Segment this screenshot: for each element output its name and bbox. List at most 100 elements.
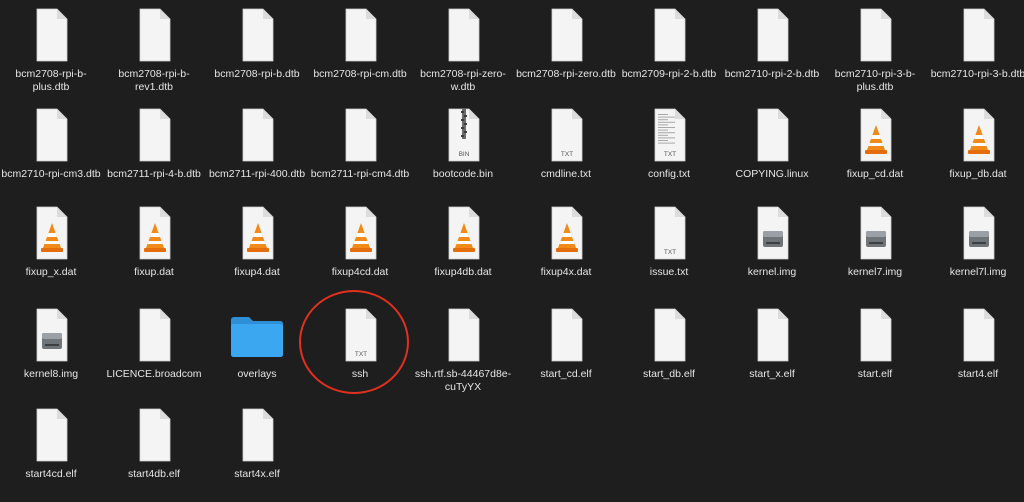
- vlc-cone-icon: [124, 204, 184, 262]
- file-item[interactable]: TXT ssh: [309, 302, 411, 402]
- file-item[interactable]: TXT issue.txt: [618, 200, 720, 300]
- file-item[interactable]: bcm2710-rpi-2-b.dtb: [721, 2, 823, 102]
- file-item[interactable]: TXT config.txt: [618, 102, 720, 202]
- vlc-cone-icon: [330, 204, 390, 262]
- file-item[interactable]: bcm2708-rpi-b.dtb: [206, 2, 308, 102]
- file-item[interactable]: kernel7l.img: [927, 200, 1024, 300]
- vlc-cone-icon: [536, 204, 596, 262]
- file-item[interactable]: start_x.elf: [721, 302, 823, 402]
- file-item[interactable]: bcm2708-rpi-zero.dtb: [515, 2, 617, 102]
- file-item[interactable]: bcm2708-rpi-zero-w.dtb: [412, 2, 514, 102]
- text-file-icon: TXT: [330, 306, 390, 364]
- file-item[interactable]: bcm2710-rpi-3-b-plus.dtb: [824, 2, 926, 102]
- document-icon: [639, 306, 699, 364]
- file-name-label: bcm2709-rpi-2-b.dtb: [621, 68, 717, 80]
- file-name-label: start_x.elf: [749, 368, 795, 380]
- file-item[interactable]: kernel8.img: [0, 302, 102, 402]
- file-name-label: bcm2711-rpi-4-b.dtb: [107, 168, 201, 180]
- file-item[interactable]: bcm2708-rpi-b-rev1.dtb: [103, 2, 205, 102]
- disk-image-icon: [21, 306, 81, 364]
- file-name-label: bcm2711-rpi-400.dtb: [208, 168, 306, 180]
- document-icon: [21, 6, 81, 64]
- document-icon: [227, 106, 287, 164]
- file-item[interactable]: kernel7.img: [824, 200, 926, 300]
- document-icon: [124, 406, 184, 464]
- file-item[interactable]: bcm2711-rpi-cm4.dtb: [309, 102, 411, 202]
- file-item[interactable]: LICENCE.broadcom: [103, 302, 205, 402]
- file-name-label: kernel8.img: [23, 368, 79, 380]
- file-item[interactable]: start4cd.elf: [0, 402, 102, 502]
- file-item[interactable]: overlays: [206, 302, 308, 402]
- file-name-label: fixup4db.dat: [434, 266, 492, 278]
- file-item[interactable]: fixup4db.dat: [412, 200, 514, 300]
- document-icon: [124, 106, 184, 164]
- file-name-label: start4x.elf: [234, 468, 280, 480]
- file-name-label: config.txt: [647, 168, 691, 180]
- file-name-label: ssh.rtf.sb-44467d8e-cuTyYX: [414, 368, 512, 393]
- file-item[interactable]: bcm2708-rpi-cm.dtb: [309, 2, 411, 102]
- file-name-label: fixup4cd.dat: [331, 266, 389, 278]
- text-file-icon: TXT: [536, 106, 596, 164]
- file-item[interactable]: fixup4cd.dat: [309, 200, 411, 300]
- document-icon: [536, 306, 596, 364]
- file-name-label: start.elf: [857, 368, 893, 380]
- disk-image-icon: [845, 204, 905, 262]
- file-name-label: fixup_db.dat: [949, 168, 1007, 180]
- file-item[interactable]: fixup.dat: [103, 200, 205, 300]
- file-item[interactable]: bcm2710-rpi-3-b.dtb: [927, 2, 1024, 102]
- file-name-label: bootcode.bin: [432, 168, 494, 180]
- file-grid: bcm2708-rpi-b-plus.dtb bcm2708-rpi-b-rev1…: [0, 0, 1024, 488]
- file-item[interactable]: BIN bootcode.bin: [412, 102, 514, 202]
- file-name-label: bcm2710-rpi-3-b-plus.dtb: [834, 68, 916, 93]
- document-icon: [330, 6, 390, 64]
- file-name-label: bcm2708-rpi-cm.dtb: [313, 68, 407, 80]
- file-item[interactable]: fixup4x.dat: [515, 200, 617, 300]
- file-name-label: fixup4x.dat: [540, 266, 592, 278]
- document-icon: [536, 6, 596, 64]
- document-icon: [124, 6, 184, 64]
- document-icon: [21, 106, 81, 164]
- file-item[interactable]: bcm2711-rpi-400.dtb: [206, 102, 308, 202]
- document-icon: [742, 6, 802, 64]
- document-icon: [742, 106, 802, 164]
- file-item[interactable]: start_cd.elf: [515, 302, 617, 402]
- file-name-label: kernel.img: [747, 266, 797, 278]
- file-name-label: start4db.elf: [128, 468, 180, 480]
- file-item[interactable]: start4x.elf: [206, 402, 308, 502]
- file-item[interactable]: kernel.img: [721, 200, 823, 300]
- document-icon: [433, 306, 493, 364]
- file-name-label: bcm2708-rpi-zero-w.dtb: [420, 68, 506, 93]
- file-item[interactable]: fixup_db.dat: [927, 102, 1024, 202]
- file-item[interactable]: start.elf: [824, 302, 926, 402]
- file-name-label: start_db.elf: [643, 368, 695, 380]
- file-name-label: ssh: [351, 368, 369, 380]
- file-item[interactable]: ssh.rtf.sb-44467d8e-cuTyYX: [412, 302, 514, 402]
- file-item[interactable]: bcm2711-rpi-4-b.dtb: [103, 102, 205, 202]
- file-item[interactable]: bcm2708-rpi-b-plus.dtb: [0, 2, 102, 102]
- disk-image-icon: [742, 204, 802, 262]
- file-item[interactable]: bcm2709-rpi-2-b.dtb: [618, 2, 720, 102]
- file-item[interactable]: fixup4.dat: [206, 200, 308, 300]
- file-type-badge: TXT: [561, 151, 573, 158]
- file-item[interactable]: COPYING.linux: [721, 102, 823, 202]
- disk-image-icon: [948, 204, 1008, 262]
- file-name-label: bcm2708-rpi-b-rev1.dtb: [118, 68, 190, 93]
- file-name-label: start_cd.elf: [540, 368, 592, 380]
- file-item[interactable]: fixup_cd.dat: [824, 102, 926, 202]
- file-item[interactable]: TXT cmdline.txt: [515, 102, 617, 202]
- document-icon: [742, 306, 802, 364]
- vlc-cone-icon: [845, 106, 905, 164]
- file-type-badge: TXT: [355, 351, 367, 358]
- document-icon: [639, 6, 699, 64]
- file-name-label: LICENCE.broadcom: [106, 368, 202, 380]
- file-item[interactable]: start_db.elf: [618, 302, 720, 402]
- text-file-icon: TXT: [639, 204, 699, 262]
- file-name-label: bcm2708-rpi-zero.dtb: [516, 68, 616, 80]
- file-name-label: fixup4.dat: [234, 266, 280, 278]
- file-item[interactable]: start4db.elf: [103, 402, 205, 502]
- file-item[interactable]: fixup_x.dat: [0, 200, 102, 300]
- file-name-label: start4cd.elf: [25, 468, 77, 480]
- file-item[interactable]: bcm2710-rpi-cm3.dtb: [0, 102, 102, 202]
- file-name-label: bcm2708-rpi-b.dtb: [214, 68, 300, 80]
- file-item[interactable]: start4.elf: [927, 302, 1024, 402]
